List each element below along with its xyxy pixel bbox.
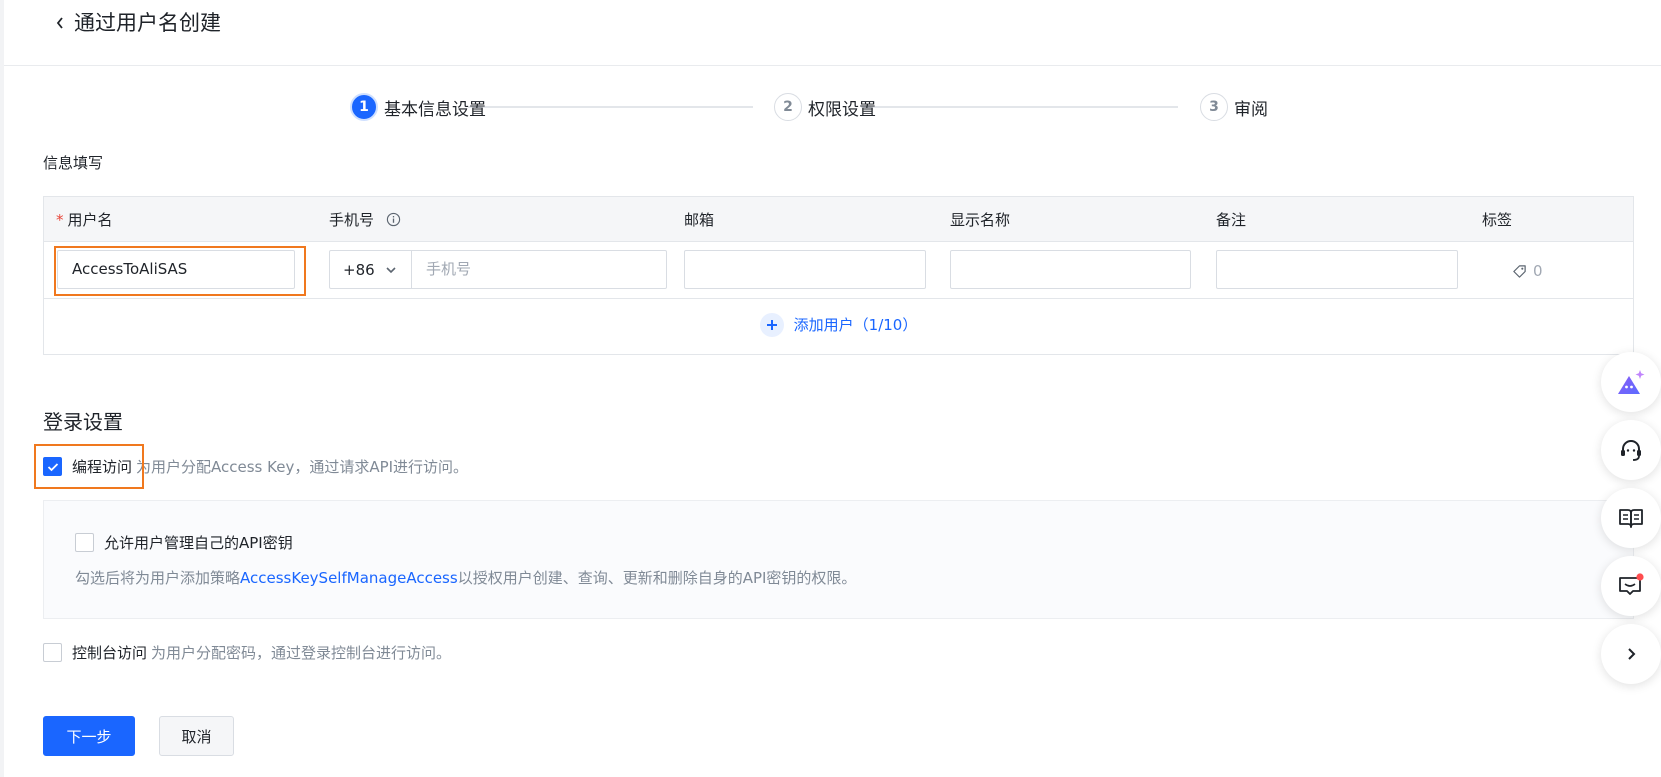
- info-icon[interactable]: [386, 212, 401, 227]
- api-key-self-manage-checkbox[interactable]: [75, 533, 94, 552]
- api-key-desc-suffix: 以授权用户创建、查询、更新和删除自身的API密钥的权限。: [457, 569, 857, 587]
- notification-dot: [1636, 573, 1644, 581]
- add-user-label: 添加用户（1/10）: [793, 316, 918, 334]
- column-label: 手机号: [329, 211, 375, 229]
- api-key-desc: 勾选后将为用户添加策略AccessKeySelfManageAccess以授权用…: [75, 567, 856, 588]
- email-input[interactable]: [684, 250, 926, 289]
- tag-icon: [1513, 264, 1526, 278]
- collapse-toolbar-button[interactable]: [1601, 624, 1661, 684]
- check-icon: [47, 462, 58, 471]
- tag-count: 0: [1533, 262, 1543, 280]
- docs-book-icon: [1619, 509, 1643, 528]
- console-access-label[interactable]: 控制台访问: [72, 642, 147, 663]
- page-left-edge: [0, 0, 4, 777]
- stepper: 1 基本信息设置 2 权限设置 3 审阅: [350, 92, 1330, 122]
- plus-icon: [759, 312, 784, 337]
- column-label: 用户名: [67, 211, 113, 229]
- tag-editor[interactable]: 0: [1512, 262, 1543, 280]
- column-remark: 备注: [1216, 211, 1247, 229]
- feedback-button[interactable]: [1601, 556, 1661, 616]
- step-connector: [861, 106, 1178, 108]
- step-label: 权限设置: [808, 99, 876, 120]
- programmatic-access-desc: 为用户分配Access Key，通过请求API进行访问。: [136, 458, 469, 476]
- api-key-option: 允许用户管理自己的API密钥: [75, 532, 293, 553]
- phone-code-select[interactable]: +86: [330, 251, 412, 288]
- phone-field: +86 手机号: [329, 250, 667, 289]
- column-username: * 用户名: [56, 209, 113, 230]
- phone-input[interactable]: 手机号: [412, 251, 666, 288]
- api-key-panel: 允许用户管理自己的API密钥 勾选后将为用户添加策略AccessKeySelfM…: [43, 500, 1634, 619]
- column-phone: 手机号: [329, 209, 401, 230]
- console-access-option: 控制台访问 为用户分配密码，通过登录控制台进行访问。: [43, 642, 451, 663]
- table-header: * 用户名 手机号 邮箱 显示名称 备注 标签: [44, 197, 1633, 242]
- chevron-down-icon: [385, 266, 397, 274]
- api-key-self-manage-label[interactable]: 允许用户管理自己的API密钥: [104, 532, 293, 553]
- step-connector: [468, 106, 753, 108]
- step-number: 2: [774, 93, 802, 121]
- console-access-checkbox[interactable]: [43, 643, 62, 662]
- programmatic-access-option: 编程访问 为用户分配Access Key，通过请求API进行访问。: [43, 456, 468, 477]
- phone-code-value: +86: [343, 260, 375, 279]
- api-key-desc-prefix: 勾选后将为用户添加策略: [75, 569, 241, 587]
- programmatic-access-checkbox[interactable]: [43, 457, 62, 476]
- docs-button[interactable]: [1601, 488, 1661, 548]
- column-email: 邮箱: [684, 211, 715, 229]
- step-review: 3 审阅: [1200, 92, 1268, 122]
- step-permissions: 2 权限设置: [774, 92, 876, 122]
- cancel-button[interactable]: 取消: [159, 716, 234, 756]
- ai-assistant-button[interactable]: [1601, 352, 1661, 412]
- username-input[interactable]: AccessToAliSAS: [57, 250, 295, 289]
- info-section-title: 信息填写: [43, 154, 104, 172]
- table-row: AccessToAliSAS +86 手机号 0: [44, 242, 1633, 299]
- ai-assistant-icon: [1618, 370, 1645, 394]
- page-title: 通过用户名创建: [74, 11, 221, 35]
- customer-service-button[interactable]: [1601, 420, 1661, 480]
- column-display-name: 显示名称: [950, 211, 1011, 229]
- add-user-button[interactable]: 添加用户（1/10）: [44, 299, 1633, 350]
- remark-input[interactable]: [1216, 250, 1458, 289]
- next-button[interactable]: 下一步: [43, 716, 135, 756]
- console-access-desc: 为用户分配密码，通过登录控制台进行访问。: [151, 644, 452, 662]
- user-info-table: * 用户名 手机号 邮箱 显示名称 备注 标签 AccessToAliSAS +8…: [43, 196, 1634, 355]
- step-number: 3: [1200, 93, 1228, 121]
- policy-link[interactable]: AccessKeySelfManageAccess: [240, 569, 458, 587]
- display-name-input[interactable]: [950, 250, 1191, 289]
- step-basic-info: 1 基本信息设置: [350, 92, 486, 122]
- login-settings-title: 登录设置: [43, 410, 123, 434]
- chevron-left-icon: [56, 17, 63, 29]
- step-label: 审阅: [1234, 99, 1268, 120]
- customer-service-icon: [1621, 440, 1641, 461]
- back-button[interactable]: [50, 12, 70, 34]
- feedback-message-icon: [1619, 573, 1644, 595]
- page-header: 通过用户名创建: [4, 0, 1661, 66]
- step-number: 1: [350, 93, 378, 121]
- column-tag: 标签: [1482, 211, 1513, 229]
- chevron-right-icon: [1628, 648, 1636, 660]
- programmatic-access-label[interactable]: 编程访问: [72, 456, 132, 477]
- required-mark: *: [56, 210, 64, 229]
- step-label: 基本信息设置: [384, 99, 486, 120]
